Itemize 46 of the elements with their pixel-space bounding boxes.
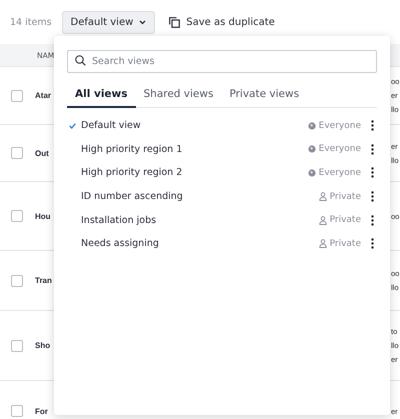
row-checkbox[interactable] (11, 147, 23, 159)
more-options-icon[interactable] (371, 238, 374, 250)
search-field[interactable]: Search views (67, 50, 377, 73)
person-icon (318, 216, 327, 225)
chevron-icon (139, 20, 146, 24)
visibility-label: Everyone (318, 144, 361, 154)
row-checkbox[interactable] (11, 210, 23, 222)
visibility-label: Private (330, 192, 361, 202)
visibility-label: Private (330, 238, 361, 249)
row-name: Tran (35, 276, 52, 285)
view-item[interactable]: Needs assigning (81, 238, 159, 250)
view-item[interactable]: ID number ascending (81, 191, 183, 202)
view-item[interactable]: Installation jobs (81, 214, 156, 226)
more-options-icon[interactable] (371, 120, 374, 132)
globe-icon (308, 145, 316, 154)
person-icon (318, 192, 327, 202)
visibility-label: Everyone (318, 120, 361, 131)
row-name: Hou (35, 212, 51, 220)
view-dropdown[interactable]: Default view (62, 10, 156, 34)
visibility-label: Everyone (318, 168, 361, 178)
save-duplicate-button[interactable]: Save as duplicate (165, 16, 279, 28)
copy-icon (169, 16, 180, 28)
globe-icon (308, 168, 316, 177)
row-name: For (35, 406, 48, 416)
person-icon (318, 239, 327, 248)
globe-icon (308, 122, 316, 130)
row-checkbox[interactable] (11, 90, 23, 102)
view-tab[interactable]: All views (67, 85, 136, 108)
more-options-icon[interactable] (371, 144, 374, 155)
row-name: Out (35, 148, 49, 158)
view-tab[interactable]: Private views (221, 85, 308, 108)
more-options-icon[interactable] (371, 191, 374, 202)
visibility-label: Private (330, 215, 361, 226)
view-item[interactable]: High priority region 2 (81, 167, 182, 178)
row-name: Atar (35, 91, 52, 100)
row-checkbox[interactable] (11, 340, 23, 352)
view-tab[interactable]: Shared views (136, 85, 222, 108)
more-options-icon[interactable] (371, 167, 374, 178)
row-name: Sho (35, 341, 50, 350)
row-checkbox[interactable] (11, 405, 23, 417)
more-options-icon[interactable] (371, 214, 374, 226)
item-count: 14 items (10, 16, 52, 28)
search-icon (75, 55, 86, 66)
row-checkbox[interactable] (11, 274, 23, 286)
view-item[interactable]: Default view (81, 120, 141, 132)
view-item[interactable]: High priority region 1 (81, 144, 182, 155)
